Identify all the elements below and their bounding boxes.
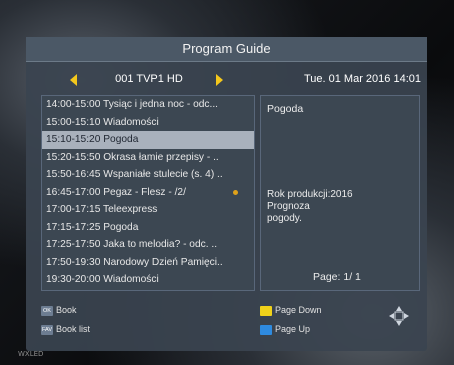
current-datetime: Tue. 01 Mar 2016 14:01 [303,73,421,85]
detail-description-line: Rok produkcji:2016 [267,189,353,200]
legend-book-list-label: Book list [56,324,91,334]
schedule-title: Wiadomości [103,274,159,285]
schedule-row[interactable]: 17:50-19:30 Narodowy Dzień Pamięci.. [42,254,254,272]
detail-title: Pogoda [267,103,304,115]
legend-book-label: Book [56,305,77,315]
prev-channel-arrow-icon[interactable] [70,74,77,86]
corner-logo-text: WXLED [18,350,44,358]
fav-key-icon: FAV [41,324,53,335]
schedule-time: 16:45-17:00 [46,186,101,198]
schedule-title: Pogoda [103,134,139,145]
schedule-title: Pogoda [103,221,139,233]
legend-book-list[interactable]: FAV Book list [41,323,90,335]
page-indicator: Page: 1/ 1 [313,271,361,283]
schedule-time: 15:10-15:20 [46,134,101,145]
channel-selector: 001 TVP1 HD Tue. 01 Mar 2016 14:01 [26,68,427,90]
schedule-row[interactable]: 15:00-15:10 Wiadomości [42,114,254,132]
schedule-row[interactable]: 17:00-17:15 Teleexpress [42,201,254,219]
legend-page-up[interactable]: Page Up [260,323,310,335]
schedule-title: Tysiąc i jedna noc - odc... [103,99,218,110]
schedule-time: 17:15-17:25 [46,221,101,233]
schedule-time: 19:30-20:00 [46,274,101,285]
schedule-title: Wspaniałe stulecie (s. 4) .. [103,169,223,180]
schedule-row[interactable]: 17:25-17:50 Jaka to melodia? - odc. .. [42,236,254,254]
schedule-time: 14:00-15:00 [46,99,101,110]
schedule-title: Pegaz - Flesz - /2/ [103,186,186,198]
legend-page-up-label: Page Up [275,324,311,334]
schedule-row[interactable]: 17:15-17:25 Pogoda [42,219,254,237]
detail-description: Rok produkcji:2016 Prognoza pogody. [267,189,353,225]
schedule-time: 15:20-15:50 [46,151,101,163]
schedule-row[interactable]: 15:10-15:20 Pogoda [42,131,254,149]
record-marker-icon [233,189,238,195]
next-channel-arrow-icon[interactable] [216,74,223,86]
yellow-key-icon [260,305,272,316]
schedule-time: 17:50-19:30 [46,256,101,268]
navigation-pad-icon [389,306,409,326]
legend-book[interactable]: OK Book [41,304,77,316]
program-guide-window: Program Guide 001 TVP1 HD Tue. 01 Mar 20… [26,37,427,351]
schedule-time: 15:50-16:45 [46,169,101,180]
schedule-time: 15:00-15:10 [46,116,101,128]
window-title: Program Guide [26,37,427,62]
program-detail-panel: Pogoda Rok produkcji:2016 Prognoza pogod… [260,95,420,291]
schedule-title: Teleexpress [103,204,158,215]
schedule-title: Okrasa łamie przepisy - .. [103,151,219,163]
detail-description-line: Prognoza [267,201,310,212]
schedule-title: Jaka to melodia? - odc. .. [103,239,218,250]
schedule-list: 14:00-15:00 Tysiąc i jedna noc - odc... 1… [41,95,255,291]
schedule-rows: 14:00-15:00 Tysiąc i jedna noc - odc... 1… [42,96,254,289]
detail-description-line: pogody. [267,213,302,224]
schedule-row[interactable]: 15:20-15:50 Okrasa łamie przepisy - .. [42,149,254,167]
schedule-title: Wiadomości [103,116,159,128]
schedule-row[interactable]: 16:45-17:00 Pegaz - Flesz - /2/ [42,184,254,202]
legend-page-down[interactable]: Page Down [260,304,322,316]
legend-page-down-label: Page Down [275,305,322,315]
schedule-time: 17:00-17:15 [46,204,101,215]
channel-name: 001 TVP1 HD [115,73,183,85]
schedule-row[interactable]: 15:50-16:45 Wspaniałe stulecie (s. 4) .. [42,166,254,184]
schedule-time: 17:25-17:50 [46,239,101,250]
blue-key-icon [260,324,272,335]
ok-key-icon: OK [41,305,53,316]
schedule-row[interactable]: 14:00-15:00 Tysiąc i jedna noc - odc... [42,96,254,114]
schedule-title: Narodowy Dzień Pamięci.. [103,256,223,268]
schedule-row[interactable]: 19:30-20:00 Wiadomości [42,271,254,289]
